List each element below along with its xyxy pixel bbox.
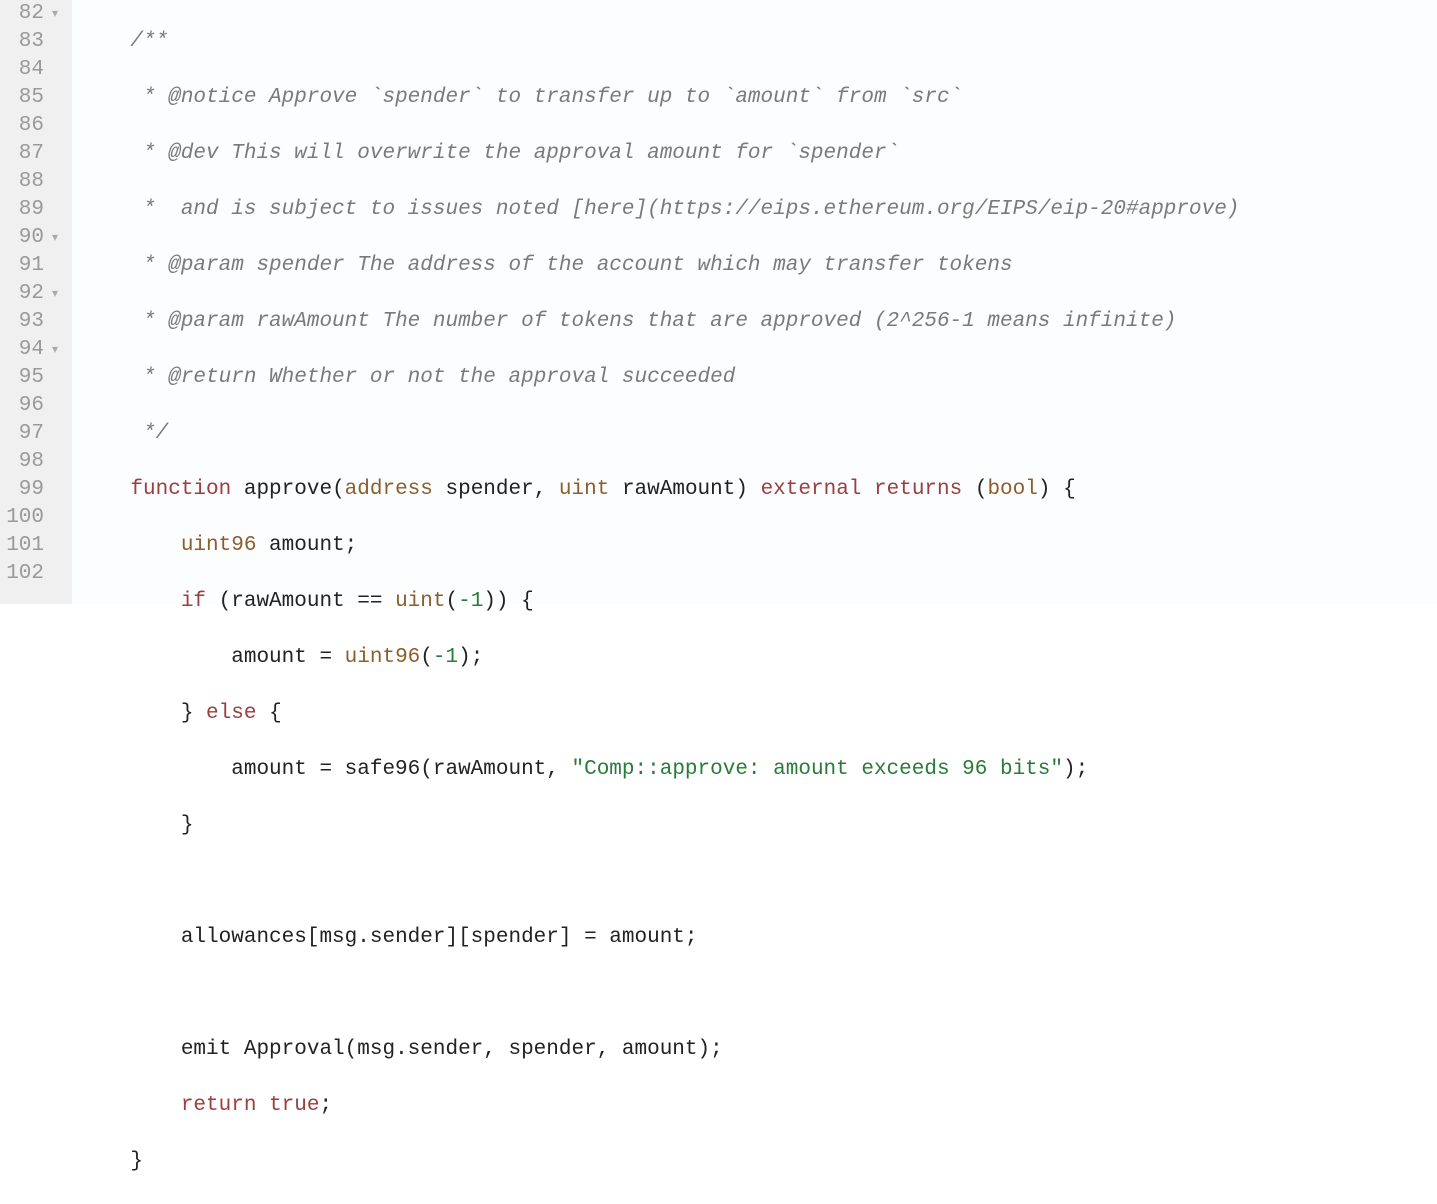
line-number: 97: [19, 420, 44, 448]
code-line[interactable]: * @param spender The address of the acco…: [80, 252, 1437, 280]
code-editor[interactable]: /** * @notice Approve `spender` to trans…: [72, 0, 1437, 604]
gutter-line[interactable]: 102: [0, 560, 64, 588]
fold-toggle-icon[interactable]: ▾: [48, 0, 58, 28]
code-line[interactable]: return true;: [80, 1092, 1437, 1120]
line-number: 102: [6, 560, 44, 588]
gutter-line[interactable]: 87: [0, 140, 64, 168]
keyword-if: if: [181, 590, 206, 613]
line-number: 99: [19, 476, 44, 504]
gutter-line[interactable]: 95: [0, 364, 64, 392]
line-number: 92: [19, 280, 44, 308]
doc-comment: /**: [130, 30, 168, 53]
type-uint96: uint96: [181, 534, 257, 557]
code-line[interactable]: [80, 980, 1437, 1008]
gutter-line[interactable]: 84: [0, 56, 64, 84]
line-number: 88: [19, 168, 44, 196]
doc-comment: * @dev This will overwrite the approval …: [130, 142, 899, 165]
doc-comment: * @return Whether or not the approval su…: [130, 366, 735, 389]
gutter-line[interactable]: 89: [0, 196, 64, 224]
keyword-return: return: [181, 1094, 257, 1117]
gutter-line[interactable]: 88: [0, 168, 64, 196]
line-number: 82: [19, 0, 44, 28]
type-address: address: [345, 478, 433, 501]
gutter-line[interactable]: 98: [0, 448, 64, 476]
line-number: 93: [19, 308, 44, 336]
code-line[interactable]: uint96 amount;: [80, 532, 1437, 560]
code-line[interactable]: * @notice Approve `spender` to transfer …: [80, 84, 1437, 112]
gutter-line[interactable]: 94▾: [0, 336, 64, 364]
code-line[interactable]: allowances[msg.sender][spender] = amount…: [80, 924, 1437, 952]
gutter-line[interactable]: 96: [0, 392, 64, 420]
code-line[interactable]: }: [80, 1148, 1437, 1176]
code-line[interactable]: amount = uint96(-1);: [80, 644, 1437, 672]
line-number: 100: [6, 504, 44, 532]
doc-comment: * @param rawAmount The number of tokens …: [130, 310, 1176, 333]
line-number-gutter: 82▾ 83 84 85 86 87 88 89 90▾ 91 92▾ 93 9…: [0, 0, 72, 604]
code-line[interactable]: function approve(address spender, uint r…: [80, 476, 1437, 504]
line-number: 96: [19, 392, 44, 420]
fold-toggle-icon[interactable]: ▾: [48, 280, 58, 308]
gutter-line[interactable]: 82▾: [0, 0, 64, 28]
gutter-line[interactable]: 93: [0, 308, 64, 336]
line-number: 87: [19, 140, 44, 168]
code-line[interactable]: * @dev This will overwrite the approval …: [80, 140, 1437, 168]
doc-comment: * and is subject to issues noted [here](…: [130, 198, 1239, 221]
doc-comment: */: [130, 422, 168, 445]
line-number: 95: [19, 364, 44, 392]
code-line[interactable]: */: [80, 420, 1437, 448]
code-line[interactable]: emit Approval(msg.sender, spender, amoun…: [80, 1036, 1437, 1064]
code-line[interactable]: * @param rawAmount The number of tokens …: [80, 308, 1437, 336]
code-line[interactable]: [80, 868, 1437, 896]
type-bool: bool: [987, 478, 1037, 501]
code-line[interactable]: /**: [80, 28, 1437, 56]
gutter-line[interactable]: 90▾: [0, 224, 64, 252]
gutter-line[interactable]: 92▾: [0, 280, 64, 308]
string-literal: "Comp::approve: amount exceeds 96 bits": [572, 758, 1063, 781]
gutter-line[interactable]: 97: [0, 420, 64, 448]
gutter-line[interactable]: 91: [0, 252, 64, 280]
gutter-line[interactable]: 99: [0, 476, 64, 504]
line-number: 94: [19, 336, 44, 364]
gutter-line[interactable]: 86: [0, 112, 64, 140]
doc-comment: * @param spender The address of the acco…: [130, 254, 1012, 277]
line-number: 91: [19, 252, 44, 280]
fold-toggle-icon[interactable]: ▾: [48, 224, 58, 252]
keyword-true: true: [269, 1094, 319, 1117]
doc-comment: * @notice Approve `spender` to transfer …: [130, 86, 962, 109]
line-number: 84: [19, 56, 44, 84]
line-number: 86: [19, 112, 44, 140]
gutter-line[interactable]: 100: [0, 504, 64, 532]
line-number: 83: [19, 28, 44, 56]
line-number: 98: [19, 448, 44, 476]
line-number: 90: [19, 224, 44, 252]
line-number: 89: [19, 196, 44, 224]
code-line[interactable]: } else {: [80, 700, 1437, 728]
code-line[interactable]: }: [80, 812, 1437, 840]
code-line[interactable]: * and is subject to issues noted [here](…: [80, 196, 1437, 224]
gutter-line[interactable]: 101: [0, 532, 64, 560]
keyword-external: external: [761, 478, 862, 501]
code-line[interactable]: amount = safe96(rawAmount, "Comp::approv…: [80, 756, 1437, 784]
line-number: 101: [6, 532, 44, 560]
code-line[interactable]: if (rawAmount == uint(-1)) {: [80, 588, 1437, 616]
gutter-line[interactable]: 85: [0, 84, 64, 112]
fold-toggle-icon[interactable]: ▾: [48, 336, 58, 364]
gutter-line[interactable]: 83: [0, 28, 64, 56]
line-number: 85: [19, 84, 44, 112]
keyword-else: else: [206, 702, 256, 725]
keyword-function: function: [130, 478, 231, 501]
code-line[interactable]: * @return Whether or not the approval su…: [80, 364, 1437, 392]
type-uint: uint: [559, 478, 609, 501]
